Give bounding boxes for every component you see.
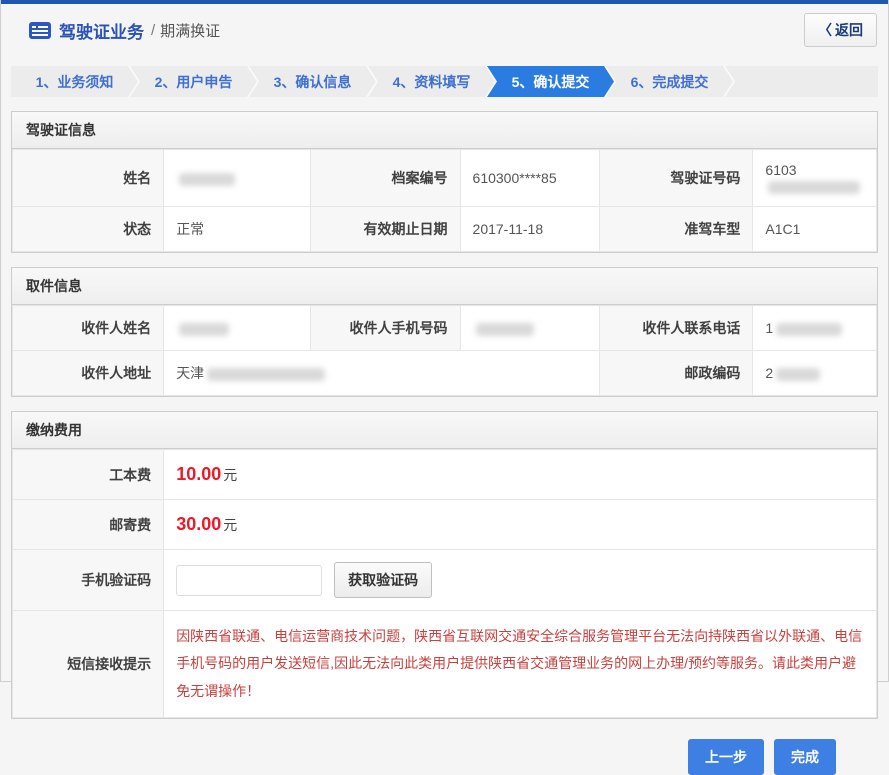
- postal-code-value: 2: [753, 351, 877, 396]
- production-fee-unit: 元: [223, 467, 237, 483]
- recipient-name-label: 收件人姓名: [13, 306, 164, 351]
- table-row: 短信接收提示 因陕西省联通、电信运营商技术问题，陕西省互联网交通安全综合服务管理…: [13, 611, 877, 718]
- postal-code-label: 邮政编码: [599, 351, 753, 396]
- mailing-fee-unit: 元: [223, 517, 237, 533]
- recipient-address-label: 收件人地址: [13, 351, 164, 396]
- file-number-label: 档案编号: [311, 150, 460, 207]
- section-fees: 缴纳费用 工本费 10.00元 邮寄费 30.00元 手机验证码 获取验证码 短…: [11, 411, 878, 719]
- redacted-value: [768, 181, 860, 194]
- step-1-business-notice: 1、业务须知: [11, 66, 138, 97]
- step-3-confirm-info: 3、确认信息: [249, 66, 376, 97]
- section-license-info: 驾驶证信息 姓名 档案编号 610300****85 驾驶证号码 6103 状态…: [11, 111, 878, 253]
- production-fee-label: 工本费: [13, 450, 164, 500]
- recipient-mobile-label: 收件人手机号码: [311, 306, 460, 351]
- step-4-fill-materials: 4、资料填写: [368, 66, 495, 97]
- section-pickup-info: 取件信息 收件人姓名 收件人手机号码 收件人联系电话 1 收件人地址 天津 邮政…: [11, 267, 878, 397]
- pickup-info-table: 收件人姓名 收件人手机号码 收件人联系电话 1 收件人地址 天津 邮政编码 2: [12, 305, 877, 396]
- file-number-value: 610300****85: [460, 150, 599, 207]
- mailing-fee-label: 邮寄费: [13, 500, 164, 550]
- license-number-label: 驾驶证号码: [599, 150, 753, 207]
- vehicle-class-label: 准驾车型: [599, 207, 753, 252]
- chevron-left-icon: 〈: [818, 22, 832, 38]
- vehicle-class-value: A1C1: [753, 207, 877, 252]
- valid-until-value: 2017-11-18: [460, 207, 599, 252]
- mailing-fee-value: 30.00元: [164, 500, 877, 550]
- valid-until-label: 有效期止日期: [311, 207, 460, 252]
- sms-code-label: 手机验证码: [13, 550, 164, 611]
- name-label: 姓名: [13, 150, 164, 207]
- step-wizard: 1、业务须知 2、用户申告 3、确认信息 4、资料填写 5、确认提交 6、完成提…: [11, 66, 878, 97]
- section-fees-title: 缴纳费用: [12, 412, 877, 449]
- license-number-value: 6103: [753, 150, 877, 207]
- step-5-confirm-submit: 5、确认提交: [487, 66, 614, 97]
- sms-code-cell: 获取验证码: [164, 550, 877, 611]
- sms-notice-cell: 因陕西省联通、电信运营商技术问题，陕西省互联网交通安全综合服务管理平台无法向持陕…: [164, 611, 877, 718]
- recipient-phone-value: 1: [753, 306, 877, 351]
- breadcrumb-separator: /: [151, 22, 155, 39]
- redacted-value: [207, 368, 325, 381]
- recipient-phone-label: 收件人联系电话: [599, 306, 753, 351]
- step-2-user-declaration: 2、用户申告: [130, 66, 257, 97]
- redacted-value: [179, 323, 229, 336]
- section-pickup-title: 取件信息: [12, 268, 877, 305]
- table-row: 收件人地址 天津 邮政编码 2: [13, 351, 877, 396]
- action-bar: 上一步 完成: [1, 719, 888, 775]
- name-value: [164, 150, 311, 207]
- table-row: 工本费 10.00元: [13, 450, 877, 500]
- table-row: 收件人姓名 收件人手机号码 收件人联系电话 1: [13, 306, 877, 351]
- license-info-table: 姓名 档案编号 610300****85 驾驶证号码 6103 状态 正常 有效…: [12, 149, 877, 252]
- finish-button[interactable]: 完成: [774, 739, 836, 775]
- table-row: 状态 正常 有效期止日期 2017-11-18 准驾车型 A1C1: [13, 207, 877, 252]
- back-button[interactable]: 〈返回: [804, 13, 877, 47]
- recipient-address-value: 天津: [164, 351, 599, 396]
- section-license-title: 驾驶证信息: [12, 112, 877, 149]
- mailing-fee-amount: 30.00: [176, 514, 221, 534]
- previous-step-button[interactable]: 上一步: [688, 739, 764, 775]
- fees-table: 工本费 10.00元 邮寄费 30.00元 手机验证码 获取验证码 短信接收提示…: [12, 449, 877, 718]
- status-label: 状态: [13, 207, 164, 252]
- production-fee-value: 10.00元: [164, 450, 877, 500]
- breadcrumb-current: 期满换证: [160, 20, 220, 41]
- sms-notice-text: 因陕西省联通、电信运营商技术问题，陕西省互联网交通安全综合服务管理平台无法向持陕…: [176, 623, 864, 705]
- sms-code-input[interactable]: [176, 565, 322, 596]
- page-header: 驾驶证业务 / 期满换证 〈返回: [1, 4, 888, 56]
- recipient-mobile-value: [460, 306, 599, 351]
- redacted-value: [776, 368, 820, 381]
- recipient-name-value: [164, 306, 311, 351]
- step-6-complete-submit: 6、完成提交: [606, 66, 733, 97]
- table-row: 手机验证码 获取验证码: [13, 550, 877, 611]
- redacted-value: [476, 323, 534, 336]
- step-bar-filler: [725, 66, 878, 97]
- get-sms-code-button[interactable]: 获取验证码: [334, 562, 432, 598]
- table-row: 姓名 档案编号 610300****85 驾驶证号码 6103: [13, 150, 877, 207]
- production-fee-amount: 10.00: [176, 464, 221, 484]
- redacted-value: [179, 173, 235, 186]
- table-row: 邮寄费 30.00元: [13, 500, 877, 550]
- page-title: 驾驶证业务: [59, 18, 144, 43]
- back-button-label: 返回: [835, 22, 863, 38]
- redacted-value: [776, 323, 842, 336]
- status-value: 正常: [164, 207, 311, 252]
- sms-notice-label: 短信接收提示: [13, 611, 164, 718]
- license-list-icon: [29, 22, 51, 39]
